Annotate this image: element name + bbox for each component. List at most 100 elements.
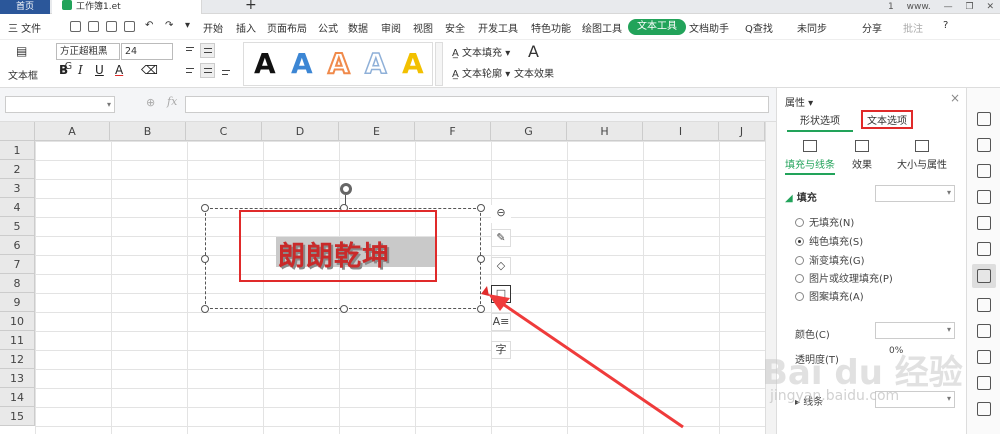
subtab-size-props[interactable]: 大小与属性	[887, 140, 957, 171]
align-left-icon[interactable]	[182, 63, 197, 78]
fill-preset-select[interactable]: ▾	[875, 185, 955, 202]
textbox-icon[interactable]: ▤	[16, 44, 27, 58]
print-icon[interactable]	[106, 21, 117, 32]
backup-icon[interactable]	[977, 324, 991, 338]
radio-no-fill[interactable]: 无填充(N)	[795, 214, 854, 229]
style-blue[interactable]: A	[291, 49, 313, 79]
sync-status[interactable]: 未同步	[797, 20, 827, 35]
bold-button[interactable]: B	[59, 63, 68, 77]
text-outline-button[interactable]: A̲ 文本轮廓 ▾	[452, 65, 510, 80]
row-header-11[interactable]: 11	[0, 331, 35, 350]
shapes-icon[interactable]	[977, 138, 991, 152]
undo-icon[interactable]: ↶	[145, 20, 153, 31]
redo-icon[interactable]: ↷	[165, 20, 173, 31]
column-header-a[interactable]: A	[35, 122, 110, 141]
resize-handle[interactable]	[477, 255, 485, 263]
tab-home[interactable]: 首页	[0, 0, 50, 14]
subtab-effects[interactable]: 效果	[837, 140, 887, 171]
font-name-select[interactable]: 方正超粗黑_G	[56, 43, 120, 72]
menu-doc-assistant[interactable]: 文档助手	[689, 20, 729, 35]
row-header-13[interactable]: 13	[0, 369, 35, 388]
select-all-corner[interactable]	[0, 122, 35, 141]
row-header-12[interactable]: 12	[0, 350, 35, 369]
menu-view[interactable]: 视图	[413, 20, 433, 35]
chart-icon[interactable]	[977, 242, 991, 256]
row-header-9[interactable]: 9	[0, 293, 35, 312]
row-header-2[interactable]: 2	[0, 160, 35, 179]
row-header-8[interactable]: 8	[0, 274, 35, 293]
resize-handle[interactable]	[201, 305, 209, 313]
row-header-7[interactable]: 7	[0, 255, 35, 274]
style-icon[interactable]	[977, 164, 991, 178]
radio-solid-fill[interactable]: 纯色填充(S)	[795, 233, 863, 248]
select-icon[interactable]	[977, 298, 991, 312]
resize-handle[interactable]	[477, 305, 485, 313]
column-header-h[interactable]: H	[567, 122, 643, 141]
radio-picture-fill[interactable]: 图片或纹理填充(P)	[795, 270, 893, 285]
row-header-15[interactable]: 15	[0, 407, 35, 426]
text-wrap-icon[interactable]: A≡	[491, 313, 511, 331]
align-top-icon[interactable]	[182, 43, 197, 58]
menu-review[interactable]: 审阅	[381, 20, 401, 35]
row-header-14[interactable]: 14	[0, 388, 35, 407]
column-header-f[interactable]: F	[415, 122, 491, 141]
maximize-icon[interactable]: ❐	[966, 2, 974, 12]
name-box[interactable]: ▾	[5, 96, 115, 113]
fill-icon[interactable]: ◇	[491, 257, 511, 275]
column-header-g[interactable]: G	[491, 122, 567, 141]
formula-input[interactable]	[185, 96, 769, 113]
close-window-icon[interactable]: ✕	[986, 2, 994, 12]
row-header-3[interactable]: 3	[0, 179, 35, 198]
preview-icon[interactable]	[124, 21, 135, 32]
text-effect-button[interactable]: 文本效果	[514, 65, 554, 80]
frame-icon[interactable]: □	[491, 285, 511, 303]
export-icon[interactable]	[88, 21, 99, 32]
close-icon[interactable]: ×	[950, 91, 960, 105]
chat-icon[interactable]	[977, 350, 991, 364]
style-light-blue-outline[interactable]: A	[364, 48, 387, 80]
tab-workbook[interactable]: 工作簿1.et	[52, 0, 202, 14]
clear-format-icon[interactable]: ⌫	[141, 63, 158, 77]
subtab-fill-line[interactable]: 填充与线条	[785, 140, 835, 175]
text-effect-icon[interactable]: A	[528, 42, 539, 61]
row-header-5[interactable]: 5	[0, 217, 35, 236]
italic-button[interactable]: I	[78, 63, 83, 77]
tab-shape-options[interactable]: 形状选项	[787, 112, 853, 132]
resize-handle[interactable]	[201, 204, 209, 212]
radio-pattern-fill[interactable]: 图案填充(A)	[795, 288, 864, 303]
underline-button[interactable]: U	[95, 63, 104, 77]
save-icon[interactable]	[70, 21, 81, 32]
menu-insert[interactable]: 插入	[236, 20, 256, 35]
customize-icon[interactable]: ▾	[185, 20, 190, 31]
search-button[interactable]: Q查找	[745, 20, 773, 35]
menu-developer[interactable]: 开发工具	[478, 20, 518, 35]
section-fill[interactable]: ◢ 填充	[785, 189, 817, 204]
menu-data[interactable]: 数据	[348, 20, 368, 35]
color-select[interactable]: ▾	[875, 322, 955, 339]
style-black[interactable]: A	[254, 49, 276, 79]
row-header-6[interactable]: 6	[0, 236, 35, 255]
column-header-e[interactable]: E	[339, 122, 415, 141]
image-icon[interactable]	[977, 376, 991, 390]
menu-security[interactable]: 安全	[445, 20, 465, 35]
menu-text-tools[interactable]: 文本工具	[628, 19, 686, 35]
menu-features[interactable]: 特色功能	[531, 20, 571, 35]
menu-drawing-tools[interactable]: 绘图工具	[582, 20, 622, 35]
gallery-scrollbar[interactable]	[435, 42, 443, 86]
comment-button[interactable]: 批注	[903, 20, 923, 35]
radio-gradient-fill[interactable]: 渐变填充(G)	[795, 252, 865, 267]
resize-handle[interactable]	[477, 204, 485, 212]
row-header-1[interactable]: 1	[0, 141, 35, 160]
rotate-handle[interactable]	[340, 183, 352, 195]
file-menu[interactable]: 三 文件	[8, 20, 41, 35]
character-icon[interactable]: 字	[491, 341, 511, 359]
font-color-button[interactable]: A	[115, 63, 123, 77]
row-header-10[interactable]: 10	[0, 312, 35, 331]
sheet-icon[interactable]	[977, 216, 991, 230]
new-tab-button[interactable]: +	[245, 0, 257, 13]
align-middle-icon[interactable]	[200, 63, 215, 78]
collapse-icon[interactable]: ⊖	[491, 205, 511, 223]
fx-icon[interactable]: fx	[167, 95, 177, 108]
table-icon[interactable]	[977, 190, 991, 204]
resize-handle[interactable]	[201, 255, 209, 263]
